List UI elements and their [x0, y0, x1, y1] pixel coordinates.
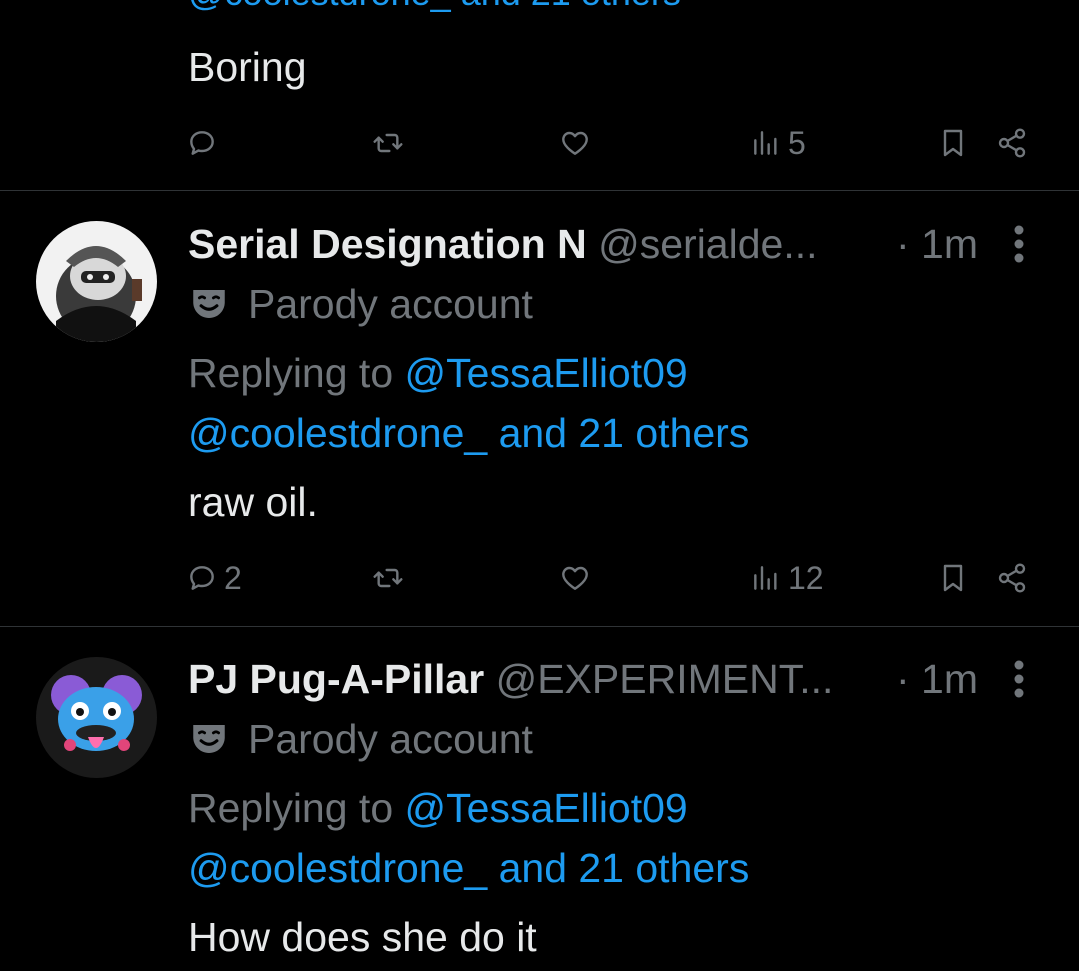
views-button[interactable]: 12	[750, 554, 824, 602]
theater-mask-icon	[193, 290, 225, 318]
reply-others-link[interactable]: @coolestdrone_ and 21 others	[188, 407, 749, 459]
theater-mask-icon	[193, 725, 225, 753]
reply-icon	[190, 131, 214, 155]
avatar[interactable]	[36, 221, 157, 342]
like-button[interactable]	[559, 554, 591, 602]
analytics-icon	[754, 566, 777, 590]
views-button[interactable]: 5	[750, 119, 806, 167]
tweet-text: raw oil.	[188, 479, 318, 525]
tweet-divider	[0, 626, 1079, 627]
share-icon	[998, 563, 1026, 593]
reply-others-link[interactable]: @coolestdrone_ and 21 others	[188, 842, 749, 894]
more-options-button[interactable]	[1004, 653, 1034, 705]
bookmark-button[interactable]	[937, 554, 969, 602]
reply-mentions-link[interactable]: @coolestdrone_ and 21 others	[188, 0, 681, 14]
heart-icon	[562, 131, 588, 155]
repost-button[interactable]	[372, 554, 404, 602]
share-button[interactable]	[996, 554, 1028, 602]
heart-icon	[562, 566, 588, 590]
share-button[interactable]	[996, 119, 1028, 167]
reply-button[interactable]	[186, 119, 224, 167]
user-handle[interactable]: @EXPERIMENT...	[496, 656, 834, 702]
bookmark-button[interactable]	[937, 119, 969, 167]
timestamp[interactable]: · 1m	[890, 218, 978, 270]
user-handle[interactable]: @serialde...	[598, 221, 817, 267]
replying-prefix: Replying to	[188, 785, 394, 831]
tweet-actions: 5	[0, 119, 1079, 167]
bookmark-icon	[943, 129, 963, 157]
share-icon	[998, 128, 1026, 158]
analytics-icon	[754, 131, 777, 155]
like-button[interactable]	[559, 119, 591, 167]
parody-label-text: Parody account	[248, 715, 533, 762]
more-options-button[interactable]	[1004, 218, 1034, 270]
replying-to: Replying to @TessaElliot09	[188, 782, 688, 834]
tweet-divider	[0, 190, 1079, 191]
display-name[interactable]: Serial Designation N	[188, 221, 587, 267]
more-vertical-icon	[1014, 660, 1024, 698]
tweet-text: Boring	[188, 44, 307, 90]
timeline: @coolestdrone_ and 21 others Boring 5	[0, 0, 1079, 971]
tweet-text: How does she do it	[188, 914, 537, 960]
replying-prefix: Replying to	[188, 350, 394, 396]
tweet-header: PJ Pug-A-Pillar @EXPERIMENT... · 1m	[188, 653, 978, 705]
replying-to: Replying to @TessaElliot09	[188, 347, 688, 399]
display-name[interactable]: PJ Pug-A-Pillar	[188, 656, 484, 702]
bookmark-icon	[943, 564, 963, 592]
parody-label: Parody account	[188, 713, 533, 765]
repost-icon	[373, 568, 403, 588]
views-count: 12	[788, 559, 824, 596]
avatar[interactable]	[36, 657, 157, 778]
reply-to-link[interactable]: @TessaElliot09	[405, 350, 688, 396]
views-count: 5	[788, 124, 806, 161]
parody-label: Parody account	[188, 278, 533, 330]
reply-icon	[190, 566, 214, 590]
reply-count: 2	[224, 559, 242, 596]
more-vertical-icon	[1014, 225, 1024, 263]
reply-button[interactable]: 2	[186, 554, 242, 602]
timestamp[interactable]: · 1m	[890, 653, 978, 705]
parody-label-text: Parody account	[248, 280, 533, 327]
tweet-header: Serial Designation N @serialde... · 1m	[188, 218, 978, 270]
tweet-actions: 2 12	[0, 554, 1079, 602]
reply-to-link[interactable]: @TessaElliot09	[405, 785, 688, 831]
repost-icon	[373, 133, 403, 153]
repost-button[interactable]	[372, 119, 404, 167]
